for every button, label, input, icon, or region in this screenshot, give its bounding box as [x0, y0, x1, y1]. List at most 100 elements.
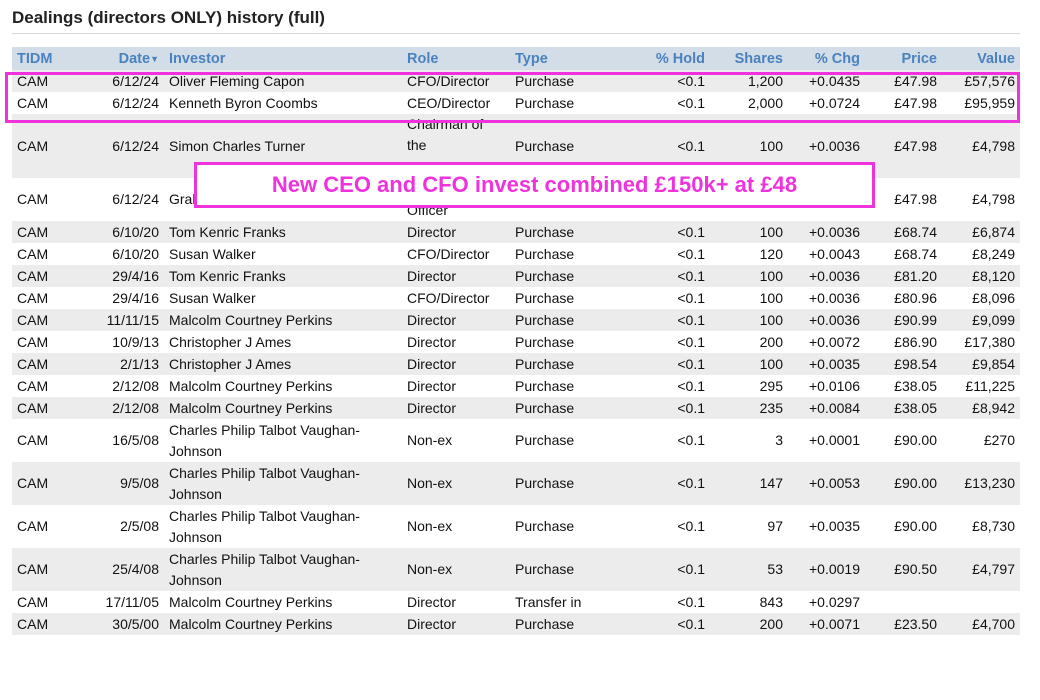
cell-investor[interactable]: Christopher J Ames — [164, 353, 402, 375]
cell-tidm[interactable]: CAM — [12, 419, 84, 462]
cell-investor[interactable]: Susan Walker — [164, 243, 402, 265]
cell-investor[interactable]: Charles Philip Talbot Vaughan-Johnson — [164, 419, 402, 462]
cell-value: £8,120 — [942, 265, 1020, 287]
column-header-role[interactable]: Role — [402, 47, 510, 70]
column-header-price[interactable]: Price — [865, 47, 942, 70]
cell-type: Purchase — [510, 243, 620, 265]
cell-tidm[interactable]: CAM — [12, 548, 84, 591]
cell-tidm[interactable]: CAM — [12, 309, 84, 331]
cell-type: Purchase — [510, 221, 620, 243]
cell-investor[interactable]: Charles Philip Talbot Vaughan-Johnson — [164, 505, 402, 548]
cell-role: Non-ex — [402, 462, 510, 505]
cell-price: £80.96 — [865, 287, 942, 309]
cell-tidm[interactable]: CAM — [12, 178, 84, 221]
cell-investor[interactable]: Malcolm Courtney Perkins — [164, 309, 402, 331]
cell-chg: +0.0035 — [788, 505, 865, 548]
cell-value: £4,700 — [942, 613, 1020, 635]
cell-investor[interactable]: Charles Philip Talbot Vaughan-Johnson — [164, 462, 402, 505]
cell-shares: 100 — [710, 353, 788, 375]
cell-tidm[interactable]: CAM — [12, 375, 84, 397]
cell-shares: 100 — [710, 265, 788, 287]
cell-type: Purchase — [510, 397, 620, 419]
cell-date: 17/11/05 — [84, 591, 164, 613]
cell-role: Director — [402, 591, 510, 613]
cell-investor[interactable]: Tom Kenric Franks — [164, 221, 402, 243]
column-header-date[interactable]: Date▼ — [84, 47, 164, 70]
cell-price — [865, 591, 942, 613]
cell-price: £90.50 — [865, 548, 942, 591]
column-header-shares[interactable]: Shares — [710, 47, 788, 70]
cell-price: £23.50 — [865, 613, 942, 635]
cell-price: £90.99 — [865, 309, 942, 331]
cell-date: 2/12/08 — [84, 397, 164, 419]
cell-type: Purchase — [510, 505, 620, 548]
cell-tidm[interactable]: CAM — [12, 591, 84, 613]
cell-type: Purchase — [510, 548, 620, 591]
cell-type: Purchase — [510, 353, 620, 375]
cell-role: CFO/Director — [402, 243, 510, 265]
cell-investor[interactable]: Charles Philip Talbot Vaughan-Johnson — [164, 548, 402, 591]
cell-investor[interactable]: Tom Kenric Franks — [164, 265, 402, 287]
cell-investor[interactable]: Malcolm Courtney Perkins — [164, 397, 402, 419]
cell-tidm[interactable]: CAM — [12, 243, 84, 265]
cell-value: £9,854 — [942, 353, 1020, 375]
cell-shares: 3 — [710, 419, 788, 462]
cell-tidm[interactable]: CAM — [12, 613, 84, 635]
column-header-chg[interactable]: % Chg — [788, 47, 865, 70]
cell-value: £17,380 — [942, 331, 1020, 353]
cell-price: £86.90 — [865, 331, 942, 353]
table-row: CAM 16/5/08 Charles Philip Talbot Vaugha… — [12, 419, 1020, 462]
cell-date: 6/10/20 — [84, 243, 164, 265]
cell-investor[interactable]: Malcolm Courtney Perkins — [164, 613, 402, 635]
cell-type: Purchase — [510, 265, 620, 287]
cell-value: £8,942 — [942, 397, 1020, 419]
cell-investor[interactable]: Susan Walker — [164, 287, 402, 309]
cell-tidm[interactable]: CAM — [12, 397, 84, 419]
cell-tidm[interactable]: CAM — [12, 221, 84, 243]
cell-hold: <0.1 — [620, 265, 710, 287]
column-header-investor[interactable]: Investor — [164, 47, 402, 70]
cell-shares: 100 — [710, 221, 788, 243]
cell-date: 6/12/24 — [84, 114, 164, 178]
cell-hold: <0.1 — [620, 462, 710, 505]
cell-role: Director — [402, 265, 510, 287]
cell-date: 6/10/20 — [84, 221, 164, 243]
cell-hold: <0.1 — [620, 243, 710, 265]
column-header-tidm[interactable]: TIDM — [12, 47, 84, 70]
cell-hold: <0.1 — [620, 397, 710, 419]
cell-value: £13,230 — [942, 462, 1020, 505]
cell-price: £38.05 — [865, 397, 942, 419]
cell-tidm[interactable]: CAM — [12, 287, 84, 309]
table-row: CAM 17/11/05 Malcolm Courtney Perkins Di… — [12, 591, 1020, 613]
cell-date: 30/5/00 — [84, 613, 164, 635]
cell-value: £9,099 — [942, 309, 1020, 331]
cell-chg: +0.0072 — [788, 331, 865, 353]
cell-type: Purchase — [510, 613, 620, 635]
cell-shares: 147 — [710, 462, 788, 505]
cell-date: 29/4/16 — [84, 287, 164, 309]
table-row: CAM 2/12/08 Malcolm Courtney Perkins Dir… — [12, 375, 1020, 397]
cell-hold: <0.1 — [620, 419, 710, 462]
cell-investor[interactable]: Christopher J Ames — [164, 331, 402, 353]
column-header-hold[interactable]: % Hold — [620, 47, 710, 70]
cell-role: Director — [402, 375, 510, 397]
cell-chg: +0.0297 — [788, 591, 865, 613]
cell-price: £90.00 — [865, 462, 942, 505]
cell-tidm[interactable]: CAM — [12, 265, 84, 287]
cell-type: Purchase — [510, 331, 620, 353]
cell-investor[interactable]: Malcolm Courtney Perkins — [164, 375, 402, 397]
column-header-value[interactable]: Value — [942, 47, 1020, 70]
cell-investor[interactable]: Malcolm Courtney Perkins — [164, 591, 402, 613]
cell-tidm[interactable]: CAM — [12, 353, 84, 375]
cell-tidm[interactable]: CAM — [12, 505, 84, 548]
cell-price: £68.74 — [865, 221, 942, 243]
cell-value: £11,225 — [942, 375, 1020, 397]
cell-tidm[interactable]: CAM — [12, 462, 84, 505]
table-row: CAM 25/4/08 Charles Philip Talbot Vaugha… — [12, 548, 1020, 591]
cell-price: £38.05 — [865, 375, 942, 397]
cell-shares: 120 — [710, 243, 788, 265]
cell-tidm[interactable]: CAM — [12, 331, 84, 353]
column-header-type[interactable]: Type — [510, 47, 620, 70]
cell-chg: +0.0036 — [788, 265, 865, 287]
cell-tidm[interactable]: CAM — [12, 114, 84, 178]
